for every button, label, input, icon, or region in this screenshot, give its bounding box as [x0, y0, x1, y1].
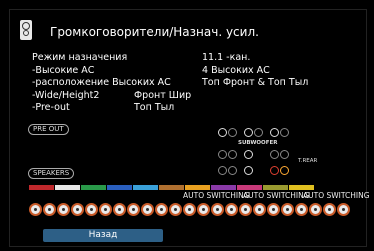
jack-icon	[280, 166, 289, 175]
jack-icon	[254, 128, 263, 137]
pre-out-tag: PRE OUT	[28, 124, 69, 135]
setting-row-assign-mode: Режим назначения 11.1 -кан.	[32, 52, 352, 65]
terminal-icon	[85, 203, 98, 216]
terminal-icon	[127, 203, 140, 216]
terminal-icon	[295, 203, 308, 216]
jack-icon	[270, 150, 279, 159]
jack-icon	[280, 128, 289, 137]
terminal-icon	[113, 203, 126, 216]
setting-label: -Wide/Height2	[32, 89, 100, 101]
color-seg	[159, 185, 184, 190]
auto-switching-label: AUTO SWITCHING	[183, 191, 250, 200]
jack-icon	[270, 166, 279, 175]
jack-icon	[228, 166, 237, 175]
jack-icon	[244, 150, 253, 159]
jack-icon	[270, 128, 279, 137]
jack-icon	[218, 166, 227, 175]
terminal-icon	[183, 203, 196, 216]
back-button[interactable]: Назад	[43, 229, 163, 242]
terminal-icon	[253, 203, 266, 216]
jack-icon	[228, 150, 237, 159]
terminal-icon	[169, 203, 182, 216]
setting-row-height-layout: -расположение Высоких АС Топ Фронт & Топ…	[32, 77, 352, 90]
jack-icon	[244, 166, 253, 175]
setting-value: Фронт Шир	[134, 89, 192, 101]
terminal-icon	[99, 203, 112, 216]
subwoofer-label: SUBWOOFER	[238, 140, 278, 146]
terminal-icon	[211, 203, 224, 216]
jack-icon	[218, 150, 227, 159]
setting-label: -Pre-out	[32, 102, 70, 113]
color-seg	[211, 185, 236, 190]
terminal-icon	[267, 203, 280, 216]
speaker-icon	[20, 20, 32, 40]
jack-icon	[218, 128, 227, 137]
terminal-icon	[309, 203, 322, 216]
setting-value: Топ Тыл	[134, 102, 175, 113]
terminal-icon	[281, 203, 294, 216]
terminal-icon	[155, 203, 168, 216]
color-seg	[55, 185, 80, 190]
trear-label: T.REAR	[298, 158, 318, 164]
terminal-icon	[43, 203, 56, 216]
setting-row-height-speakers: -Высокие АС 4 Высоких АС	[32, 65, 352, 78]
preout-jack-panel: SUBWOOFER	[218, 128, 308, 175]
jack-icon	[244, 128, 253, 137]
color-seg	[263, 185, 288, 190]
terminal-icon	[225, 203, 238, 216]
auto-switching-label: AUTO SWITCHING	[303, 191, 370, 200]
color-seg	[107, 185, 132, 190]
setting-label: -Высокие АС	[32, 64, 95, 76]
speakers-tag: SPEAKERS	[28, 168, 75, 179]
jack-icon	[228, 128, 237, 137]
page-title: Громкоговорители/Назнач. усил.	[50, 25, 259, 39]
terminal-icon	[197, 203, 210, 216]
jack-icon	[280, 150, 289, 159]
color-seg	[237, 185, 262, 190]
terminal-icon	[57, 203, 70, 216]
setting-value: 4 Высоких АС	[202, 64, 270, 76]
terminal-icon	[239, 203, 252, 216]
terminal-icon	[71, 203, 84, 216]
auto-switching-label: AUTO SWITCHING	[243, 191, 310, 200]
terminal-icon	[323, 203, 336, 216]
setting-label: Режим назначения	[32, 52, 128, 63]
terminal-icon	[141, 203, 154, 216]
setting-row-wide-height2: -Wide/Height2 Фронт Шир	[32, 90, 352, 103]
color-seg	[185, 185, 210, 190]
setting-value: Топ Фронт & Топ Тыл	[202, 77, 309, 88]
color-seg	[29, 185, 54, 190]
color-seg	[81, 185, 106, 190]
settings-list: Режим назначения 11.1 -кан. -Высокие АС …	[32, 52, 352, 115]
terminal-icon	[29, 203, 42, 216]
setting-label: -расположение Высоких АС	[32, 77, 171, 88]
color-seg	[133, 185, 158, 190]
terminal-icon	[337, 203, 350, 216]
setting-value: 11.1 -кан.	[202, 52, 251, 63]
color-seg	[289, 185, 314, 190]
setting-row-pre-out: -Pre-out Топ Тыл	[32, 102, 352, 115]
